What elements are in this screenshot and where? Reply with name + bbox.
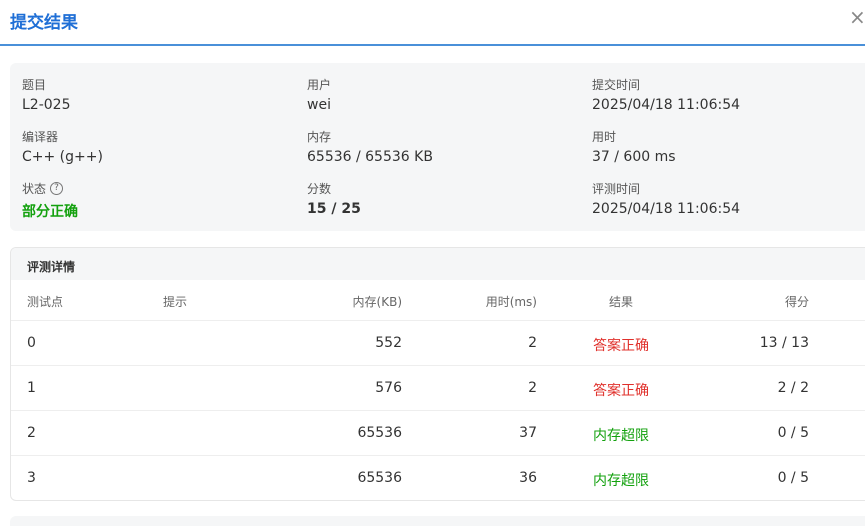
case-score: 2 / 2 xyxy=(777,380,809,396)
case-time: 37 xyxy=(519,425,537,441)
submission-info-card: 题目 L2-025 用户 wei 提交时间 2025/04/18 11:06:5… xyxy=(10,63,865,231)
case-score: 0 / 5 xyxy=(777,470,809,486)
case-score: 13 / 13 xyxy=(759,335,809,351)
dialog-header: 提交结果 × xyxy=(0,0,865,46)
table-header: 测试点 提示 内存(KB) 用时(ms) 结果 得分 xyxy=(11,280,865,321)
col-result: 结果 xyxy=(608,295,633,309)
submit-time-field: 提交时间 2025/04/18 11:06:54 xyxy=(592,75,741,114)
problem-label: 题目 xyxy=(22,77,47,92)
case-time: 36 xyxy=(519,470,537,486)
case-id: 3 xyxy=(27,470,36,486)
submit-time-label: 提交时间 xyxy=(592,77,641,92)
case-memory: 65536 xyxy=(357,425,402,441)
memory-value: 65536 / 65536 KB xyxy=(307,149,433,165)
case-result: 内存超限 xyxy=(593,473,649,489)
case-time: 2 xyxy=(528,335,537,351)
score-value: 15 / 25 xyxy=(307,201,361,217)
dialog-title: 提交结果 xyxy=(10,13,78,33)
case-result: 答案正确 xyxy=(593,338,649,354)
judge-time-label: 评测时间 xyxy=(592,181,641,196)
col-memory: 内存(KB) xyxy=(352,295,402,309)
user-value: wei xyxy=(307,97,331,113)
status-field: 状态 ? 部分正确 xyxy=(22,179,78,221)
compiler-label: 编译器 xyxy=(22,129,59,144)
judge-time-value: 2025/04/18 11:06:54 xyxy=(592,201,741,217)
submit-time-value: 2025/04/18 11:06:54 xyxy=(592,97,741,113)
case-time: 2 xyxy=(528,380,537,396)
case-score: 0 / 5 xyxy=(777,425,809,441)
case-memory: 65536 xyxy=(357,470,402,486)
close-icon[interactable]: × xyxy=(849,5,865,29)
status-value: 部分正确 xyxy=(22,204,78,220)
compiler-field: 编译器 C++ (g++) xyxy=(22,127,103,166)
col-case: 测试点 xyxy=(27,295,64,309)
case-id: 1 xyxy=(27,380,36,396)
col-hint: 提示 xyxy=(163,295,188,309)
next-section-card xyxy=(10,516,865,526)
problem-value: L2-025 xyxy=(22,97,71,113)
case-id: 2 xyxy=(27,425,36,441)
judge-details-title: 评测详情 xyxy=(11,248,865,280)
memory-field: 内存 65536 / 65536 KB xyxy=(307,127,433,166)
problem-field: 题目 L2-025 xyxy=(22,75,71,114)
table-row: 3 65536 36 内存超限 0 / 5 xyxy=(11,456,865,500)
table-row: 1 576 2 答案正确 2 / 2 xyxy=(11,366,865,411)
user-label: 用户 xyxy=(307,77,332,92)
judge-time-field: 评测时间 2025/04/18 11:06:54 xyxy=(592,179,741,218)
compiler-value: C++ (g++) xyxy=(22,149,103,165)
status-label: 状态 xyxy=(22,181,47,196)
time-label: 用时 xyxy=(592,129,617,144)
col-time: 用时(ms) xyxy=(485,295,537,309)
time-value: 37 / 600 ms xyxy=(592,149,676,165)
judge-details-card: 评测详情 测试点 提示 内存(KB) 用时(ms) 结果 得分 0 552 2 … xyxy=(10,247,865,501)
table-row: 2 65536 37 内存超限 0 / 5 xyxy=(11,411,865,456)
user-field: 用户 wei xyxy=(307,75,332,114)
table-row: 0 552 2 答案正确 13 / 13 xyxy=(11,321,865,366)
case-memory: 576 xyxy=(375,380,402,396)
col-score: 得分 xyxy=(784,295,809,309)
time-field: 用时 37 / 600 ms xyxy=(592,127,676,166)
question-circle-icon[interactable]: ? xyxy=(50,181,64,195)
score-label: 分数 xyxy=(307,181,332,196)
case-result: 答案正确 xyxy=(593,383,649,399)
case-id: 0 xyxy=(27,335,36,351)
case-result: 内存超限 xyxy=(593,428,649,444)
case-memory: 552 xyxy=(375,335,402,351)
score-field: 分数 15 / 25 xyxy=(307,179,361,218)
memory-label: 内存 xyxy=(307,129,332,144)
